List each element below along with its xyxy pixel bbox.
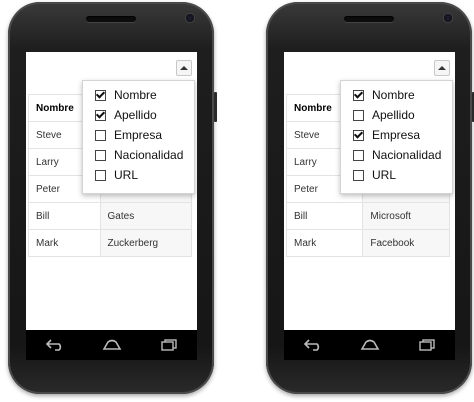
front-camera — [186, 14, 194, 22]
menu-option[interactable]: URL — [341, 165, 452, 185]
table-row[interactable]: Bill Microsoft — [285, 202, 450, 230]
table-row[interactable]: Mark Facebook — [285, 229, 450, 257]
menu-option[interactable]: Apellido — [83, 105, 194, 125]
checkbox[interactable] — [95, 89, 106, 101]
phone-right: Nombre Steve Larry Peter Bill Microsoft … — [266, 2, 474, 394]
menu-option[interactable]: Nombre — [341, 85, 452, 105]
menu-option[interactable]: URL — [83, 165, 194, 185]
table-cell: Mark — [285, 229, 364, 257]
home-icon[interactable] — [101, 337, 123, 353]
table-cell: Bill — [285, 202, 364, 230]
menu-option[interactable]: Empresa — [341, 125, 452, 145]
checkbox[interactable] — [95, 109, 106, 121]
menu-option-label: URL — [114, 168, 139, 182]
menu-option-label: Empresa — [372, 128, 421, 142]
menu-option-label: Nombre — [114, 88, 157, 102]
table-cell: Gates — [99, 202, 193, 230]
column-toggle-button[interactable] — [434, 60, 450, 76]
chevron-up-icon — [438, 66, 446, 70]
menu-option-label: Nombre — [372, 88, 415, 102]
checkbox[interactable] — [353, 89, 364, 101]
menu-option[interactable]: Nombre — [83, 85, 194, 105]
phone-screen: Nombre Steve Larry Peter Bill Gates Mark — [26, 52, 197, 330]
table-cell: Microsoft — [362, 202, 450, 230]
recent-apps-icon[interactable] — [158, 337, 180, 353]
checkbox[interactable] — [353, 169, 364, 181]
checkbox[interactable] — [353, 149, 364, 161]
back-icon[interactable] — [44, 337, 66, 353]
table-cell: Mark — [28, 229, 101, 257]
speaker-grille — [344, 16, 394, 22]
volume-button — [214, 92, 217, 122]
checkbox[interactable] — [353, 129, 364, 141]
menu-option[interactable]: Nacionalidad — [341, 145, 452, 165]
menu-option-label: Nacionalidad — [372, 148, 442, 162]
checkbox[interactable] — [353, 109, 364, 121]
checkbox[interactable] — [95, 129, 106, 141]
table-cell: Facebook — [362, 229, 450, 257]
column-visibility-menu: Nombre Apellido Empresa Nacionalidad URL — [82, 80, 195, 194]
recent-apps-icon[interactable] — [416, 337, 438, 353]
menu-option[interactable]: Nacionalidad — [83, 145, 194, 165]
chevron-up-icon — [180, 66, 188, 70]
table-cell: Bill — [28, 202, 101, 230]
table-row[interactable]: Bill Gates — [28, 202, 193, 230]
system-nav-bar — [26, 330, 197, 360]
column-visibility-menu: Nombre Apellido Empresa Nacionalidad URL — [340, 80, 453, 194]
menu-option-label: Apellido — [114, 108, 157, 122]
table-row[interactable]: Mark Zuckerberg — [28, 229, 193, 257]
speaker-grille — [86, 16, 136, 22]
front-camera — [444, 14, 452, 22]
menu-option-label: Apellido — [372, 108, 415, 122]
system-nav-bar — [284, 330, 455, 360]
table-cell: Zuckerberg — [99, 229, 193, 257]
phone-screen: Nombre Steve Larry Peter Bill Microsoft … — [284, 52, 455, 330]
menu-option-label: Empresa — [114, 128, 163, 142]
back-icon[interactable] — [302, 337, 324, 353]
menu-option-label: URL — [372, 168, 397, 182]
phone-left: Nombre Steve Larry Peter Bill Gates Mark — [8, 2, 217, 394]
checkbox[interactable] — [95, 169, 106, 181]
menu-option[interactable]: Apellido — [341, 105, 452, 125]
menu-option[interactable]: Empresa — [83, 125, 194, 145]
menu-option-label: Nacionalidad — [114, 148, 184, 162]
column-toggle-button[interactable] — [176, 60, 192, 76]
home-icon[interactable] — [359, 337, 381, 353]
checkbox[interactable] — [95, 149, 106, 161]
